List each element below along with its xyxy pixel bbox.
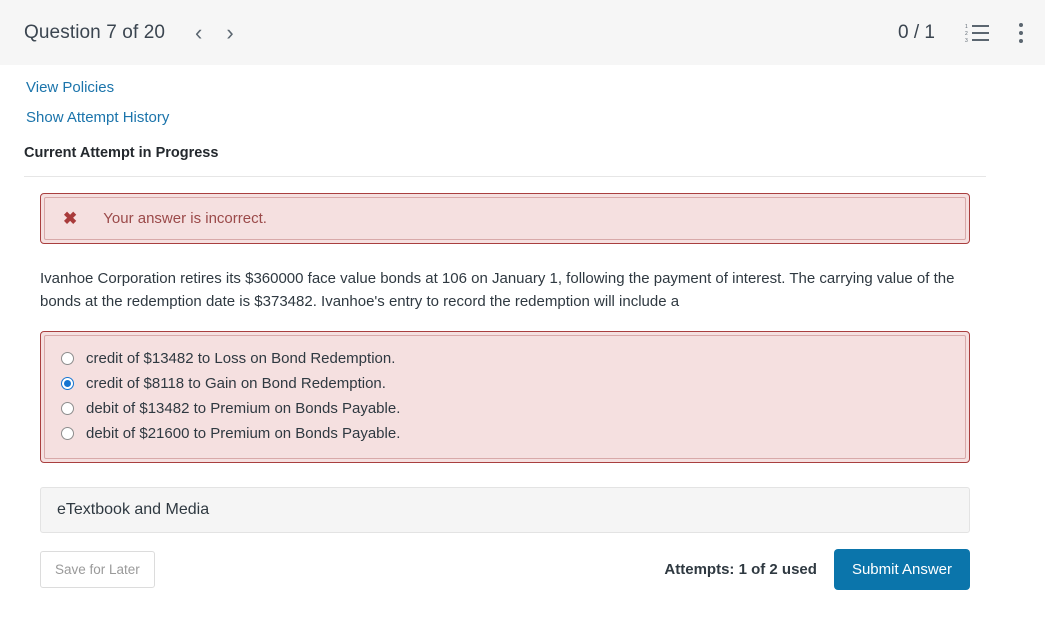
page-title: Question 7 of 20 [24,21,166,43]
alert-message: Your answer is incorrect. [103,210,267,227]
card-links: View Policies Show Attempt History [24,79,986,126]
submit-answer-button[interactable]: Submit Answer [833,549,970,590]
radio-button[interactable] [61,427,74,440]
answer-options-panel: credit of $13482 to Loss on Bond Redempt… [40,331,970,463]
footer-right-group: Attempts: 1 of 2 used Submit Answer [664,549,970,590]
show-attempt-history-link[interactable]: Show Attempt History [26,109,169,126]
answer-option[interactable]: credit of $8118 to Gain on Bond Redempti… [61,375,949,392]
incorrect-answer-alert: ✖ Your answer is incorrect. [40,193,970,244]
svg-text:3: 3 [965,38,968,43]
svg-text:2: 2 [965,31,968,37]
question-navigation: ‹ › [195,21,234,44]
answer-option[interactable]: credit of $13482 to Loss on Bond Redempt… [61,350,949,367]
error-x-icon: ✖ [63,209,78,228]
answer-option[interactable]: debit of $13482 to Premium on Bonds Paya… [61,400,949,417]
alert-inner: ✖ Your answer is incorrect. [44,197,966,240]
radio-button-selected[interactable] [61,377,74,390]
current-attempt-heading: Current Attempt in Progress [24,145,219,161]
previous-question-button[interactable]: ‹ [195,21,202,44]
answer-option-label: credit of $13482 to Loss on Bond Redempt… [86,350,396,367]
question-card: View Policies Show Attempt History Curre… [24,65,986,590]
attempts-counter: Attempts: 1 of 2 used [664,561,817,578]
section-divider [24,176,986,177]
radio-button[interactable] [61,402,74,415]
answer-option-label: debit of $21600 to Premium on Bonds Paya… [86,425,401,442]
numbered-list-icon: 1 2 3 [965,24,989,43]
answer-option[interactable]: debit of $21600 to Premium on Bonds Paya… [61,425,949,442]
answer-option-label: debit of $13482 to Premium on Bonds Paya… [86,400,401,417]
question-list-button[interactable]: 1 2 3 [965,23,989,43]
radio-button[interactable] [61,352,74,365]
header-right-group: 0 / 1 1 2 3 [898,22,1023,44]
more-options-button[interactable] [1019,22,1023,43]
question-footer: Save for Later Attempts: 1 of 2 used Sub… [40,549,970,590]
question-header: Question 7 of 20 ‹ › 0 / 1 1 2 3 [0,0,1045,65]
kebab-menu-icon [1019,22,1023,43]
answer-options-list: credit of $13482 to Loss on Bond Redempt… [44,335,966,459]
view-policies-link[interactable]: View Policies [26,79,114,96]
score-display: 0 / 1 [898,21,935,43]
svg-text:1: 1 [965,24,968,30]
next-question-button[interactable]: › [226,21,233,44]
question-text: Ivanhoe Corporation retires its $360000 … [40,270,955,310]
answer-option-label: credit of $8118 to Gain on Bond Redempti… [86,375,386,392]
etextbook-and-media-bar[interactable]: eTextbook and Media [40,487,970,533]
save-for-later-button[interactable]: Save for Later [40,551,155,588]
